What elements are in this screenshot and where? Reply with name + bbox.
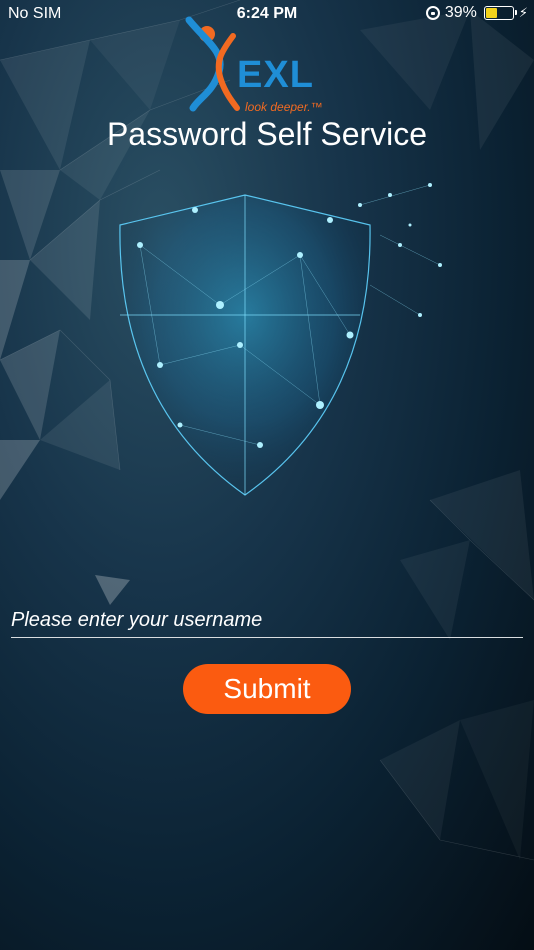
battery-icon [483,6,517,20]
page-title: Password Self Service [106,116,428,152]
status-right-group: 39% ⚡ [425,4,528,22]
logo-wordmark: EXL [237,54,314,96]
username-input[interactable] [11,603,523,638]
logo-figure-icon [185,16,240,112]
battery-fill [485,8,497,18]
battery-percent: 39% [444,4,477,21]
battery-tip [514,10,517,15]
orientation-lock-icon [425,6,440,20]
shield-network-graphic [119,183,442,496]
exl-logo: EXL look deeper.™ [185,12,345,120]
logo-tagline: look deeper.™ [245,100,323,114]
submit-button[interactable]: Submit [183,664,351,714]
charging-icon: ⚡ [518,5,528,20]
